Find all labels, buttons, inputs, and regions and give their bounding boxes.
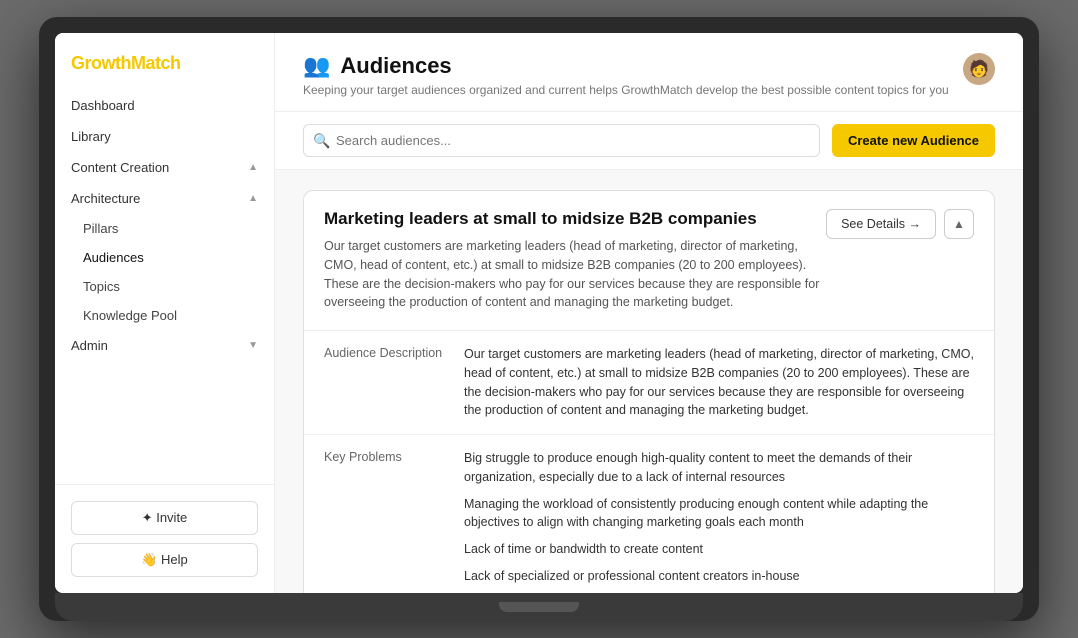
card-actions: See Details → ▲ [826, 209, 974, 239]
chevron-up-icon: ▲ [953, 217, 965, 231]
audience-details: Audience Description Our target customer… [304, 330, 994, 593]
content-area: Marketing leaders at small to midsize B2… [275, 170, 1023, 593]
laptop-screen: GrowthMatch Dashboard Library Content Cr… [55, 33, 1023, 593]
chevron-up-icon: ▲ [248, 193, 258, 204]
sidebar-nav: Dashboard Library Content Creation ▲ Arc… [55, 90, 274, 484]
sidebar-item-architecture[interactable]: Architecture ▲ [55, 183, 274, 214]
audience-card-info: Marketing leaders at small to midsize B2… [324, 209, 826, 312]
audience-description-label: Audience Description [324, 345, 464, 420]
search-icon: 🔍 [313, 132, 330, 149]
main-content: 👥 Audiences Keeping your target audience… [275, 33, 1023, 593]
header-title-row: 👥 Audiences [303, 53, 949, 79]
key-problems-value: Big struggle to produce enough high-qual… [464, 449, 974, 593]
sidebar-item-audiences[interactable]: Audiences [55, 243, 274, 272]
main-header: 👥 Audiences Keeping your target audience… [275, 33, 1023, 112]
sidebar-item-content-creation[interactable]: Content Creation ▲ [55, 152, 274, 183]
header-info: 👥 Audiences Keeping your target audience… [303, 53, 949, 97]
key-problem-1: Big struggle to produce enough high-qual… [464, 449, 974, 487]
sidebar-item-topics[interactable]: Topics [55, 272, 274, 301]
key-problem-3: Lack of time or bandwidth to create cont… [464, 540, 974, 559]
create-audience-button[interactable]: Create new Audience [832, 124, 995, 157]
audiences-icon: 👥 [303, 53, 330, 79]
detail-row-description: Audience Description Our target customer… [304, 331, 994, 435]
search-wrap: 🔍 [303, 124, 820, 157]
sidebar-footer: ✦ Invite 👋 Help [55, 484, 274, 593]
toolbar: 🔍 Create new Audience [275, 112, 1023, 170]
audience-card-desc: Our target customers are marketing leade… [324, 237, 826, 312]
audience-card: Marketing leaders at small to midsize B2… [303, 190, 995, 593]
collapse-button[interactable]: ▲ [944, 209, 974, 239]
see-details-button[interactable]: See Details → [826, 209, 936, 239]
help-button[interactable]: 👋 Help [71, 543, 258, 577]
sidebar-item-admin[interactable]: Admin ▼ [55, 330, 274, 361]
page-title: Audiences [340, 53, 451, 79]
key-problem-4: Lack of specialized or professional cont… [464, 567, 974, 586]
sidebar-item-pillars[interactable]: Pillars [55, 214, 274, 243]
logo-text-black: Growth [71, 53, 131, 73]
laptop-notch [499, 602, 579, 612]
key-problem-2: Managing the workload of consistently pr… [464, 495, 974, 533]
laptop-outer: GrowthMatch Dashboard Library Content Cr… [39, 17, 1039, 621]
chevron-up-icon: ▲ [248, 162, 258, 173]
key-problems-label: Key Problems [324, 449, 464, 593]
audience-card-title: Marketing leaders at small to midsize B2… [324, 209, 826, 229]
sidebar: GrowthMatch Dashboard Library Content Cr… [55, 33, 275, 593]
invite-button[interactable]: ✦ Invite [71, 501, 258, 535]
chevron-down-icon: ▼ [248, 340, 258, 351]
page-subtitle: Keeping your target audiences organized … [303, 83, 949, 97]
user-avatar[interactable]: 🧑 [963, 53, 995, 85]
logo-text-accent: Match [131, 53, 181, 73]
sidebar-item-knowledge-pool[interactable]: Knowledge Pool [55, 301, 274, 330]
detail-row-key-problems: Key Problems Big struggle to produce eno… [304, 435, 994, 593]
sidebar-item-dashboard[interactable]: Dashboard [55, 90, 274, 121]
audience-description-value: Our target customers are marketing leade… [464, 345, 974, 420]
sidebar-item-library[interactable]: Library [55, 121, 274, 152]
laptop-base [55, 593, 1023, 621]
sidebar-logo: GrowthMatch [55, 33, 274, 90]
search-input[interactable] [303, 124, 820, 157]
audience-card-header: Marketing leaders at small to midsize B2… [304, 191, 994, 330]
